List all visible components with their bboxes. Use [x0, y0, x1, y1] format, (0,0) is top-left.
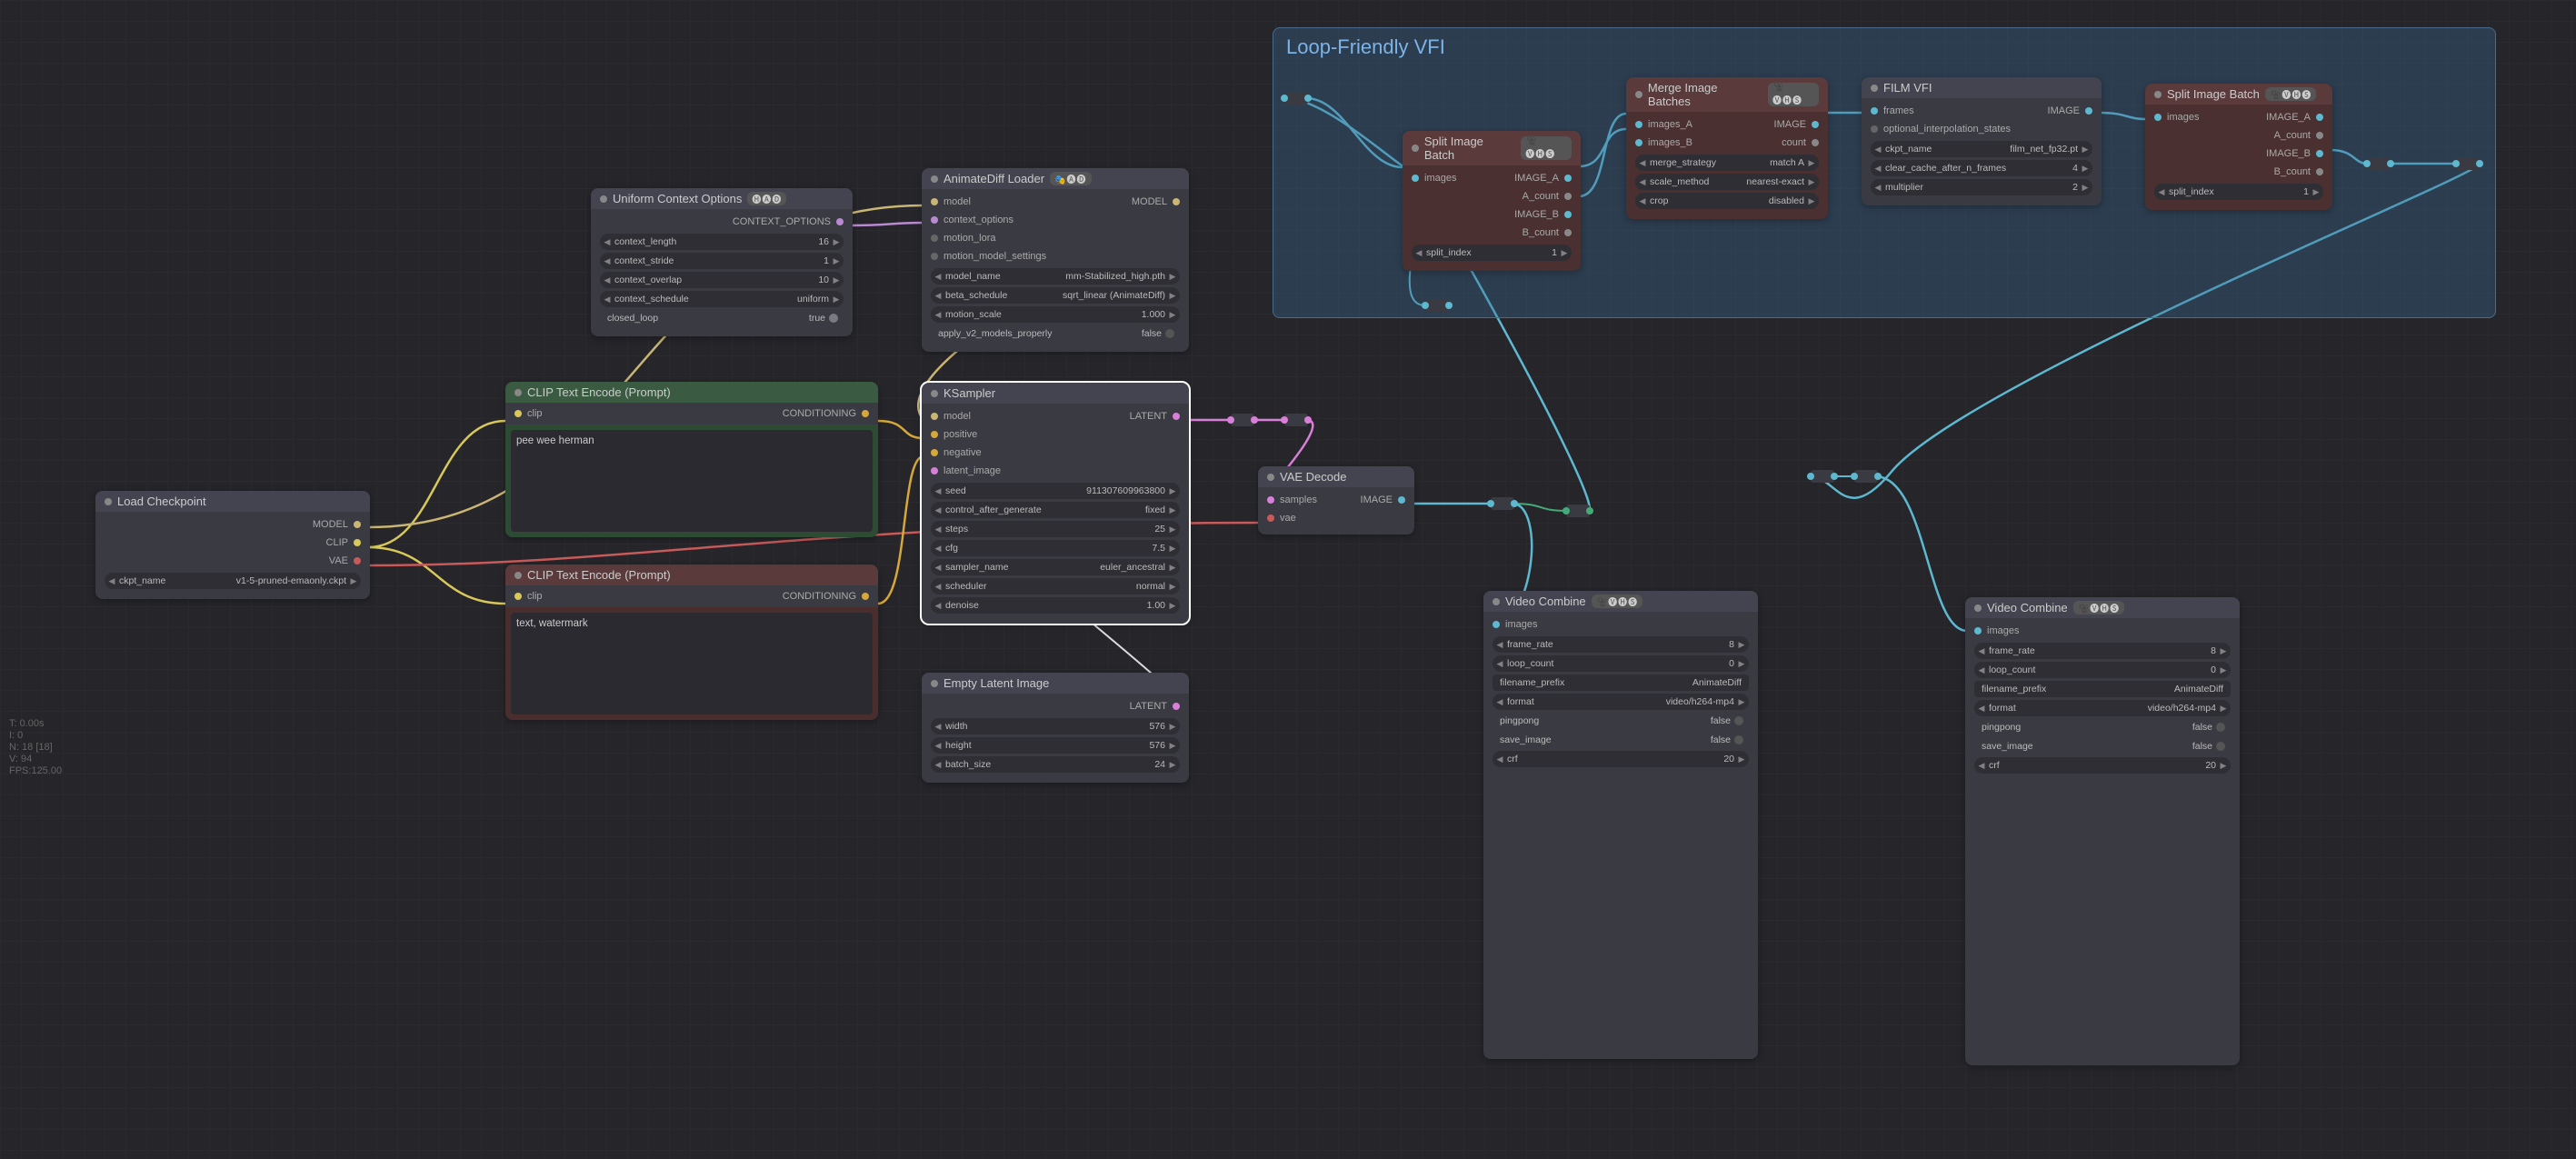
- group-title: Loop-Friendly VFI: [1273, 28, 2495, 66]
- perf-stats: T: 0.00s I: 0 N: 18 [18] V: 94 FPS:125.0…: [9, 718, 62, 777]
- node-load-checkpoint[interactable]: Load Checkpoint MODEL CLIP VAE ◀ckpt_nam…: [95, 491, 370, 599]
- node-vae-decode[interactable]: VAE Decode samples vae IMAGE: [1258, 466, 1414, 535]
- node-clip-text-encode-negative[interactable]: CLIP Text Encode (Prompt) clipCONDITIONI…: [505, 565, 878, 720]
- node-video-combine-2[interactable]: Video Combine🎥🅥🅗🅢 images ◀frame_rate8▶ ◀…: [1965, 597, 2240, 1065]
- reroute[interactable]: [2456, 157, 2480, 170]
- reroute[interactable]: [1491, 497, 1514, 510]
- node-uniform-context-options[interactable]: Uniform Context Options🅗🅐🅓 CONTEXT_OPTIO…: [591, 188, 853, 336]
- reroute[interactable]: [1284, 92, 1308, 105]
- node-split-image-batch-2[interactable]: Split Image Batch🎥🅥🅗🅢 images IMAGE_A A_c…: [2145, 84, 2332, 210]
- node-ksampler[interactable]: KSampler model positive negative latent_…: [922, 383, 1189, 624]
- reroute[interactable]: [1854, 470, 1878, 483]
- reroute[interactable]: [1231, 414, 1254, 426]
- positive-prompt-textarea[interactable]: pee wee herman: [511, 430, 873, 532]
- badge-icon: 🎭🅐🅓: [1050, 172, 1091, 185]
- node-clip-text-encode-positive[interactable]: CLIP Text Encode (Prompt) clipCONDITIONI…: [505, 382, 878, 537]
- node-animatediff-loader[interactable]: AnimateDiff Loader🎭🅐🅓 model context_opti…: [922, 168, 1189, 352]
- reroute[interactable]: [1425, 299, 1449, 312]
- node-video-combine-1[interactable]: Video Combine🎥🅥🅗🅢 images ◀frame_rate8▶ ◀…: [1483, 591, 1758, 1059]
- node-film-vfi[interactable]: FILM VFI framesoptional_interpolation_st…: [1862, 77, 2102, 205]
- reroute[interactable]: [1284, 414, 1308, 426]
- ckpt-name-widget[interactable]: ◀ckpt_namev1-5-pruned-emaonly.ckpt▶: [105, 573, 361, 589]
- negative-prompt-textarea[interactable]: text, watermark: [511, 613, 873, 714]
- node-empty-latent-image[interactable]: Empty Latent Image LATENT ◀width576▶ ◀he…: [922, 673, 1189, 783]
- reroute[interactable]: [1566, 505, 1590, 517]
- canvas[interactable]: T: 0.00s I: 0 N: 18 [18] V: 94 FPS:125.0…: [0, 0, 2576, 1159]
- node-merge-image-batches[interactable]: Merge Image Batches🎥🅥🅗🅢 images_Aimages_B…: [1626, 77, 1828, 219]
- node-split-image-batch-1[interactable]: Split Image Batch🎥🅥🅗🅢 images IMAGE_A A_c…: [1403, 131, 1581, 271]
- reroute[interactable]: [1811, 470, 1834, 483]
- badge-icon: 🅗🅐🅓: [747, 192, 786, 205]
- reroute[interactable]: [2367, 157, 2391, 170]
